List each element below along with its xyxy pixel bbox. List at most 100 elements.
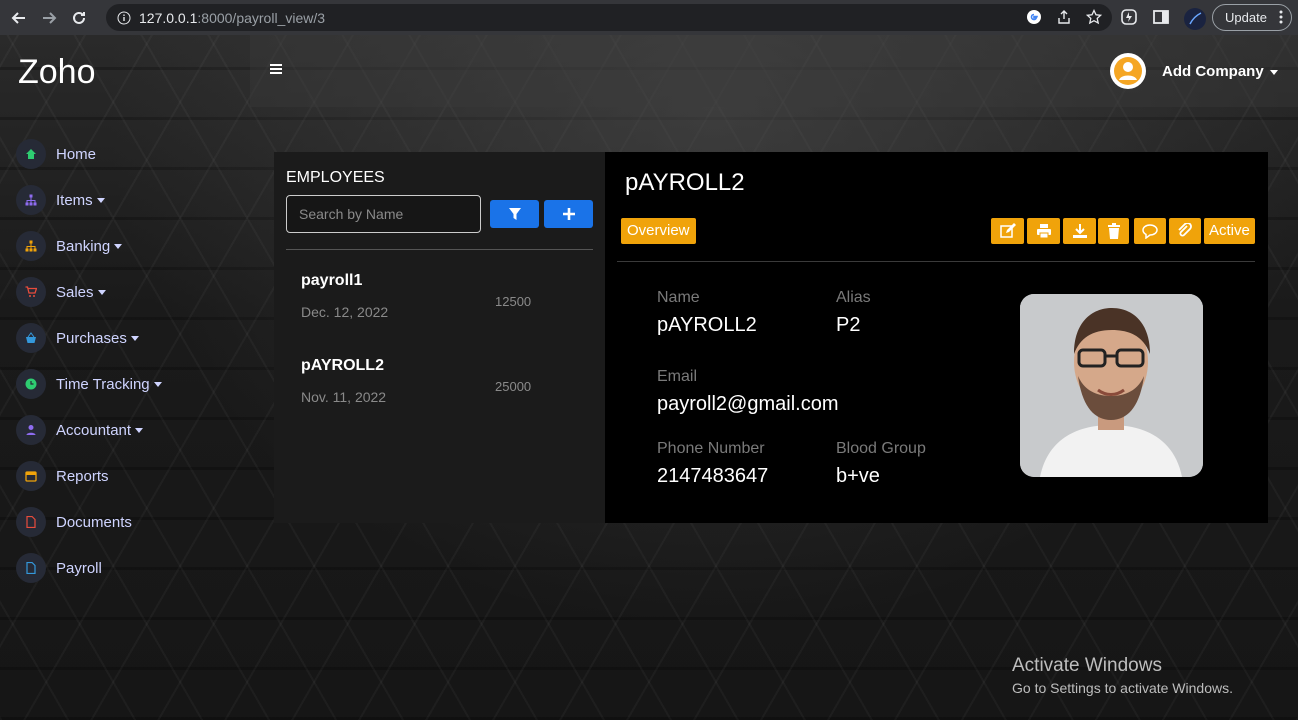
update-button[interactable]: Update xyxy=(1212,4,1292,31)
comment-button[interactable] xyxy=(1134,218,1166,244)
phone-label: Phone Number xyxy=(657,440,765,457)
update-label: Update xyxy=(1225,10,1267,25)
calendar-icon xyxy=(16,461,46,491)
attach-button[interactable] xyxy=(1169,218,1201,244)
employee-name: pAYROLL2 xyxy=(301,357,384,374)
employee-amount: 25000 xyxy=(495,379,532,394)
alias-value: P2 xyxy=(836,314,861,336)
employees-panel: EMPLOYEES payroll1 Dec. 12, 2022 12500 p… xyxy=(274,152,605,523)
edit-button[interactable] xyxy=(991,218,1024,244)
print-icon xyxy=(1036,224,1051,239)
add-company-dropdown[interactable]: Add Company xyxy=(1162,63,1278,80)
sidebar-item-label: Time Tracking xyxy=(56,375,150,393)
reload-icon[interactable] xyxy=(68,7,90,29)
trash-icon xyxy=(1107,223,1120,239)
sidebar-item-payroll[interactable]: Payroll xyxy=(16,545,246,591)
caret-down-icon xyxy=(130,335,139,341)
delete-button[interactable] xyxy=(1098,218,1129,244)
more-vert-icon[interactable] xyxy=(1279,10,1283,27)
share-icon[interactable] xyxy=(1056,9,1072,25)
employee-date: Nov. 11, 2022 xyxy=(301,389,387,405)
print-button[interactable] xyxy=(1027,218,1060,244)
employee-list-item[interactable]: payroll1 Dec. 12, 2022 12500 xyxy=(301,272,581,332)
sidebar-item-time-tracking[interactable]: Time Tracking xyxy=(16,361,246,407)
download-button[interactable] xyxy=(1063,218,1096,244)
employee-amount: 12500 xyxy=(495,294,532,309)
site-info-icon[interactable] xyxy=(117,11,131,25)
url-path: :8000/payroll_view/3 xyxy=(197,9,326,26)
email-label: Email xyxy=(657,368,698,385)
sidebar-item-label: Documents xyxy=(56,513,132,531)
sidebar-item-label: Banking xyxy=(56,237,111,255)
name-label: Name xyxy=(657,289,700,306)
blood-group-value: b+ve xyxy=(836,465,880,487)
user-avatar[interactable] xyxy=(1110,53,1146,89)
phone-value: 2147483647 xyxy=(657,465,769,487)
caret-down-icon xyxy=(97,289,106,295)
plus-icon xyxy=(562,208,575,220)
sidebar-item-reports[interactable]: Reports xyxy=(16,453,246,499)
employees-title: EMPLOYEES xyxy=(286,169,385,186)
overview-button[interactable]: Overview xyxy=(621,218,696,244)
sidebar-item-items[interactable]: Items xyxy=(16,177,246,223)
url-host: 127.0.0.1 xyxy=(139,9,198,26)
comment-icon xyxy=(1142,224,1158,239)
add-employee-button[interactable] xyxy=(544,200,593,228)
search-input[interactable] xyxy=(286,195,481,233)
activate-windows-title: Activate Windows xyxy=(1012,655,1162,676)
sidebar-item-documents[interactable]: Documents xyxy=(16,499,246,545)
app-background: Zoho Add Company Home Items Banking Sale… xyxy=(0,35,1298,720)
extension-icon[interactable] xyxy=(1120,8,1138,26)
name-value: pAYROLL2 xyxy=(657,314,757,336)
alias-label: Alias xyxy=(836,289,871,306)
brand-logo[interactable]: Zoho xyxy=(18,53,96,92)
sidebar-item-accountant[interactable]: Accountant xyxy=(16,407,246,453)
sidebar-item-label: Home xyxy=(56,145,97,163)
sidebar-item-sales[interactable]: Sales xyxy=(16,269,246,315)
caret-down-icon xyxy=(153,381,162,387)
employee-photo xyxy=(1020,294,1203,477)
sidebar-item-label: Sales xyxy=(56,283,94,301)
sidebar-item-banking[interactable]: Banking xyxy=(16,223,246,269)
side-panel-icon[interactable] xyxy=(1152,8,1170,26)
sidebar-item-label: Purchases xyxy=(56,329,127,347)
employee-name: payroll1 xyxy=(301,272,363,289)
activate-windows-subtitle: Go to Settings to activate Windows. xyxy=(1012,680,1233,696)
sidebar-item-label: Accountant xyxy=(56,421,132,439)
sidebar-item-label: Payroll xyxy=(56,559,102,577)
employee-list-item[interactable]: pAYROLL2 Nov. 11, 2022 25000 xyxy=(301,357,581,417)
document-icon xyxy=(16,553,46,583)
employee-date: Dec. 12, 2022 xyxy=(301,304,389,320)
email-value: payroll2@gmail.com xyxy=(657,393,839,415)
hamburger-menu-icon[interactable] xyxy=(270,64,282,74)
divider xyxy=(286,249,593,250)
download-icon xyxy=(1072,224,1087,238)
paperclip-icon xyxy=(1178,223,1192,237)
add-company-label: Add Company xyxy=(1162,63,1264,80)
address-bar[interactable]: 127.0.0.1:8000/payroll_view/3 xyxy=(106,4,1112,31)
home-icon xyxy=(16,139,46,169)
document-icon xyxy=(16,507,46,537)
filter-button[interactable] xyxy=(490,200,539,228)
sidebar: Home Items Banking Sales Purchases Time … xyxy=(16,131,246,591)
hierarchy-icon xyxy=(16,185,46,215)
browser-toolbar: 127.0.0.1:8000/payroll_view/3 Update xyxy=(0,0,1298,35)
sidebar-item-purchases[interactable]: Purchases xyxy=(16,315,246,361)
forward-arrow-icon[interactable] xyxy=(38,7,60,29)
profile-avatar-icon[interactable] xyxy=(1184,8,1206,30)
caret-down-icon xyxy=(135,427,144,433)
user-icon xyxy=(16,415,46,445)
divider xyxy=(617,261,1255,262)
active-status-button[interactable]: Active xyxy=(1204,218,1255,244)
back-arrow-icon[interactable] xyxy=(8,7,30,29)
caret-down-icon xyxy=(1269,69,1278,75)
google-icon[interactable] xyxy=(1026,9,1042,25)
filter-icon xyxy=(508,208,521,220)
hierarchy-icon xyxy=(16,231,46,261)
sidebar-item-home[interactable]: Home xyxy=(16,131,246,177)
edit-icon xyxy=(999,223,1016,238)
caret-down-icon xyxy=(114,243,123,249)
clock-icon xyxy=(16,369,46,399)
basket-icon xyxy=(16,323,46,353)
bookmark-star-icon[interactable] xyxy=(1085,8,1103,25)
